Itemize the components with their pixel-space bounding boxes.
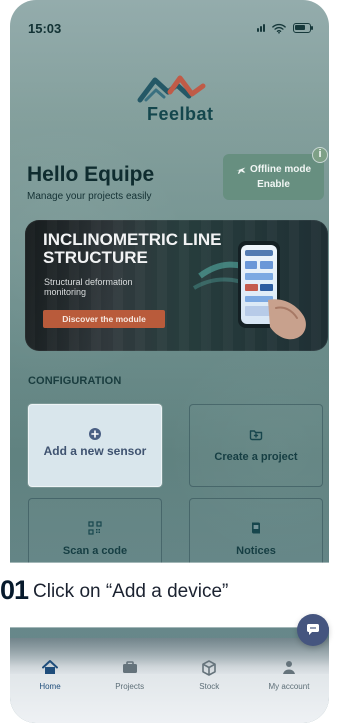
chat-button[interactable] bbox=[297, 614, 329, 646]
nav-stock[interactable]: Stock bbox=[179, 659, 239, 691]
add-sensor-label: Add a new sensor bbox=[43, 444, 147, 458]
box-icon bbox=[202, 660, 217, 676]
info-icon[interactable]: i bbox=[312, 147, 328, 163]
status-bar: 15:03 bbox=[28, 18, 313, 38]
folder-plus-icon bbox=[249, 430, 263, 441]
feelbat-logo bbox=[137, 75, 206, 103]
create-project-label: Create a project bbox=[214, 451, 298, 463]
page-title: Hello Equipe bbox=[27, 163, 155, 186]
offline-mode-title-row: Offline mode bbox=[223, 164, 324, 175]
nav-home-label: Home bbox=[39, 682, 61, 691]
nav-projects[interactable]: Projects bbox=[100, 659, 160, 691]
status-icons bbox=[257, 23, 313, 34]
plus-circle-icon bbox=[89, 428, 101, 440]
bottom-nav: Home Projects Stock My account bbox=[20, 659, 319, 691]
brand-logo: Feelbat bbox=[133, 69, 213, 131]
nav-projects-label: Projects bbox=[115, 682, 145, 691]
home-icon bbox=[42, 660, 58, 674]
nav-account[interactable]: My account bbox=[259, 659, 319, 691]
qr-code-icon bbox=[88, 521, 102, 535]
chat-icon bbox=[307, 624, 319, 635]
greeting-block: Hello Equipe Manage your projects easily bbox=[27, 164, 154, 202]
page-subtitle: Manage your projects easily bbox=[27, 191, 152, 202]
scan-code-label: Scan a code bbox=[62, 545, 128, 557]
battery-icon bbox=[293, 23, 313, 33]
user-icon bbox=[282, 661, 295, 674]
nav-account-label: My account bbox=[268, 682, 310, 691]
wifi-icon bbox=[272, 23, 286, 34]
offline-mode-action: Enable bbox=[257, 179, 290, 190]
section-title: CONFIGURATION bbox=[28, 375, 122, 387]
briefcase-icon bbox=[122, 661, 137, 673]
offline-mode-title: Offline mode bbox=[249, 164, 312, 175]
bottom-navigation: Home Projects Stock My account bbox=[10, 638, 329, 723]
signal-icon bbox=[257, 24, 265, 32]
nav-home[interactable]: Home bbox=[20, 659, 80, 691]
nav-stock-label: Stock bbox=[199, 682, 220, 691]
notices-label: Notices bbox=[236, 545, 276, 557]
create-project-tile[interactable]: Create a project bbox=[189, 404, 323, 487]
brand-name: Feelbat bbox=[147, 104, 214, 124]
airplane-icon bbox=[236, 167, 246, 174]
instruction-banner: 01 Click on “Add a device” bbox=[0, 563, 339, 627]
banner-subtitle: Structural deformation monitoring bbox=[44, 277, 133, 298]
book-icon bbox=[252, 522, 260, 534]
discover-module-button[interactable]: Discover the module bbox=[43, 310, 165, 328]
instruction-step: 01 bbox=[0, 575, 29, 605]
status-time: 15:03 bbox=[28, 20, 62, 36]
add-sensor-tile[interactable]: Add a new sensor bbox=[28, 404, 162, 487]
phone-illustration bbox=[192, 241, 306, 340]
offline-mode-button[interactable]: i Offline mode Enable bbox=[223, 147, 328, 200]
instruction-text: Click on “Add a device” bbox=[33, 581, 229, 602]
promo-banner[interactable]: INCLINOMETRIC LINE STRUCTURE Structural … bbox=[25, 220, 328, 351]
screen-stage: 15:03 Feelbat Hello Equipe Manage your p… bbox=[0, 0, 339, 723]
